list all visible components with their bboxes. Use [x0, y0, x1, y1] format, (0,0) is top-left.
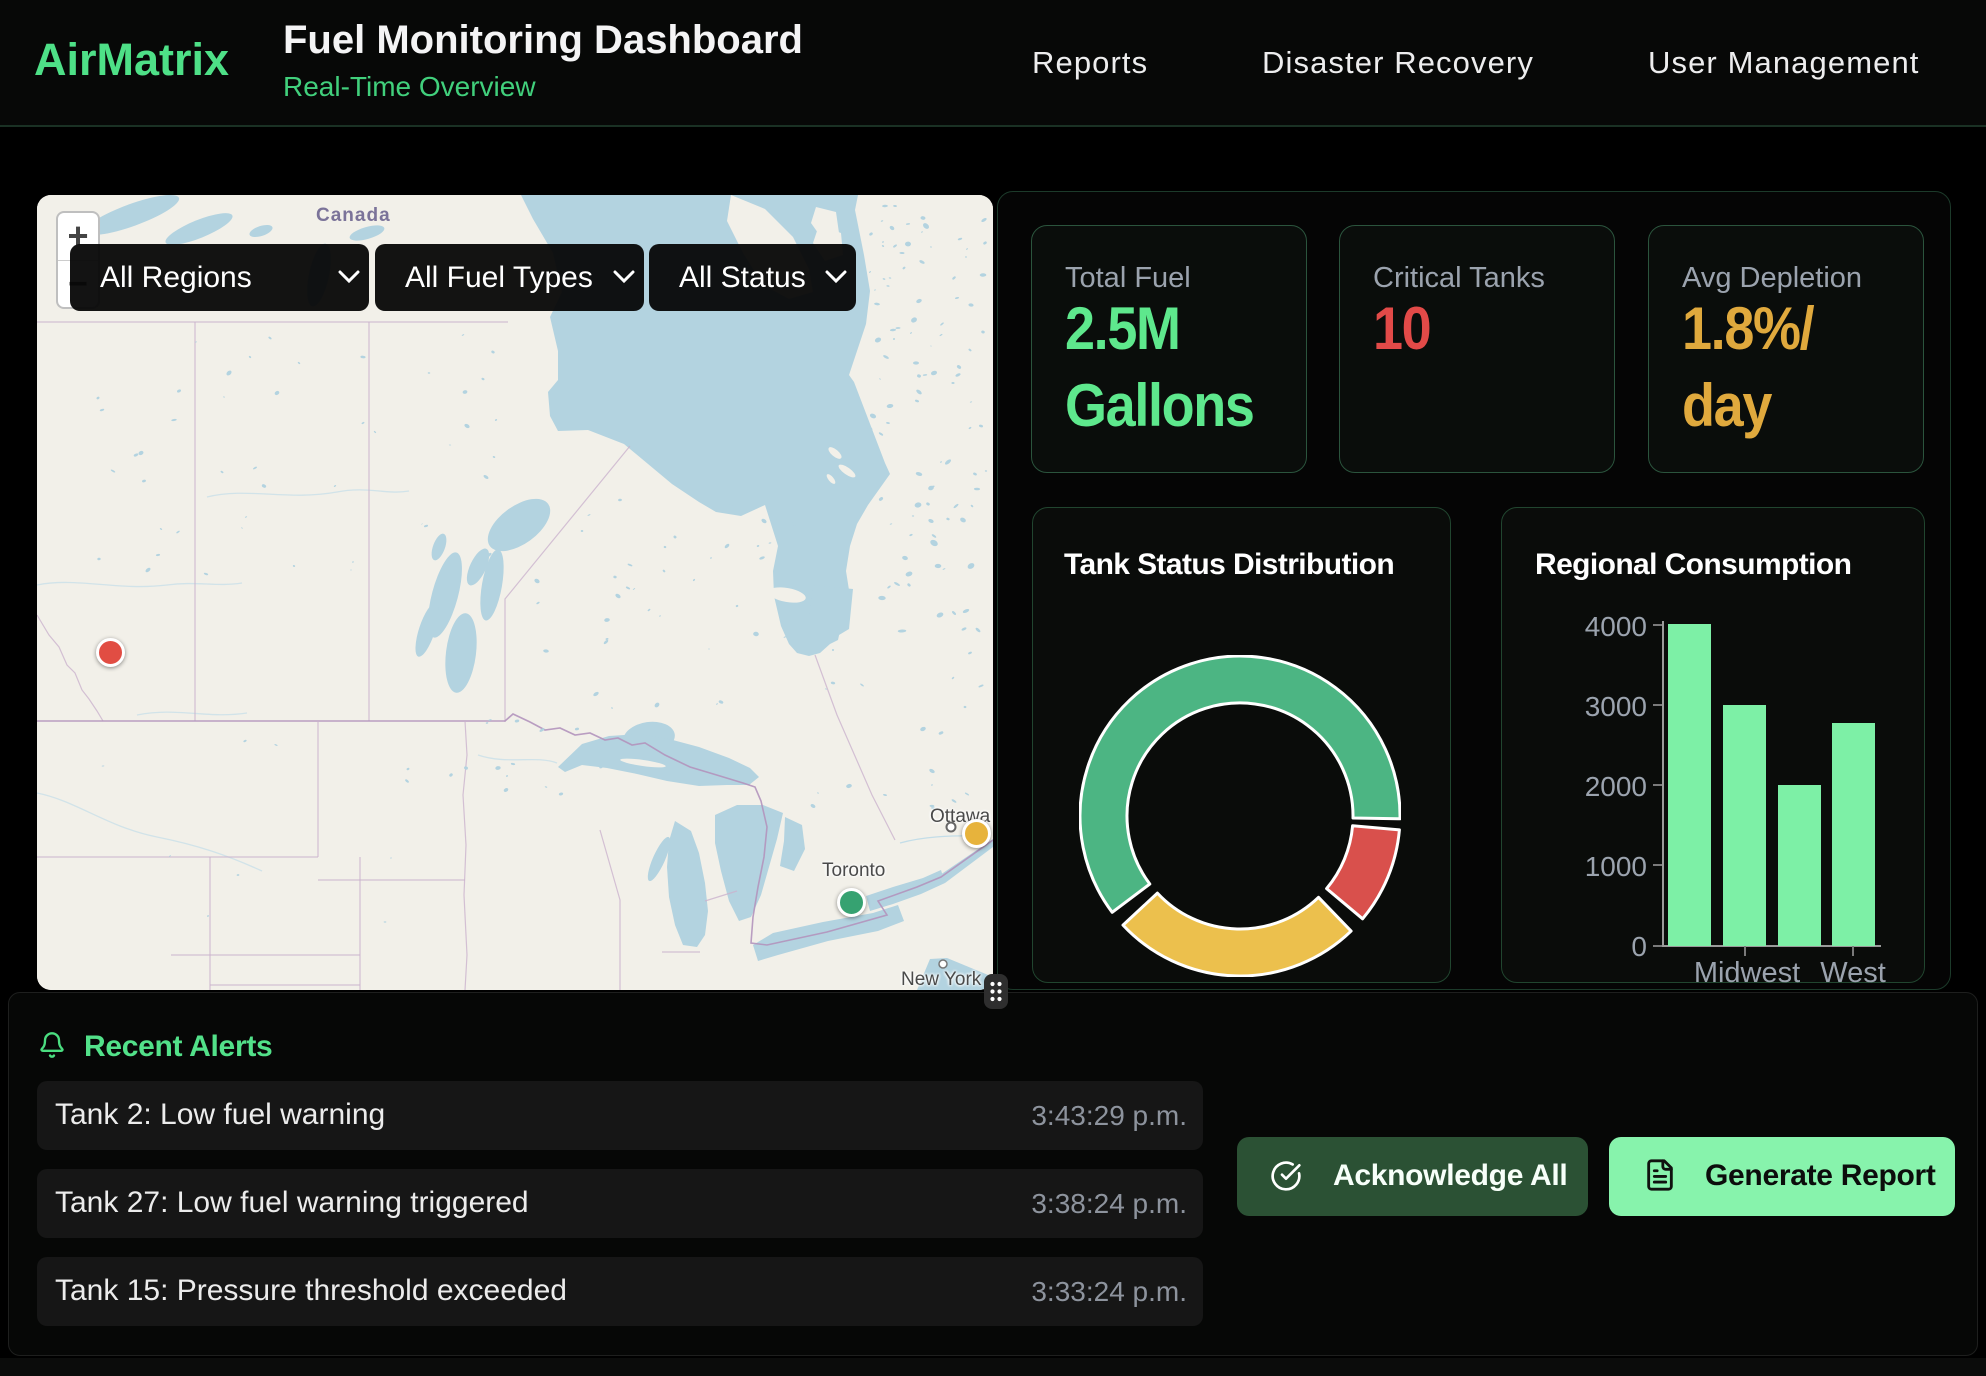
svg-text:Canada: Canada: [316, 205, 391, 226]
